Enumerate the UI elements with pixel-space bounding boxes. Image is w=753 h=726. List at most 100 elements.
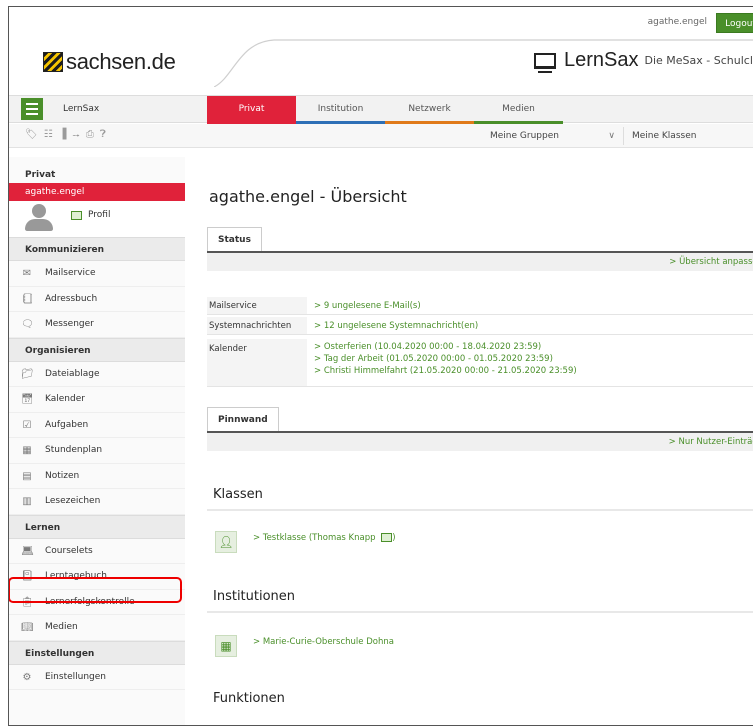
print-icon[interactable]: ⎙ <box>86 129 94 146</box>
tab-institution[interactable]: Institution <box>296 96 385 124</box>
funktionen-title: Funktionen <box>213 691 285 706</box>
addressbook-icon: 📒︎ <box>21 294 33 305</box>
header: sachsen.de LernSax Die MeSax - Schulclou… <box>9 37 753 87</box>
monitor-icon <box>534 53 556 69</box>
bookmark-icon[interactable]: ▐ <box>59 129 67 146</box>
profile-card-icon <box>71 211 82 220</box>
nav-brand: LernSax <box>63 104 99 114</box>
tag-icon[interactable]: 🏷︎ <box>25 129 38 146</box>
import-icon[interactable]: ⭬ <box>72 129 80 146</box>
classes-select-value: Meine Klassen <box>632 131 696 141</box>
folder-icon: 📁︎ <box>21 369 33 380</box>
note-icon: ▤ <box>21 471 33 482</box>
help-icon[interactable]: ❓︎ <box>100 129 106 146</box>
status-row-systemnachrichten: Systemnachrichten > 12 ungelesene System… <box>207 317 753 335</box>
status-link-system[interactable]: > 12 ungelesene Systemnachricht(en) <box>314 321 478 332</box>
tab-medien[interactable]: Medien <box>474 96 563 124</box>
sidebar-section-lernen: Lernen <box>9 515 185 539</box>
classes-select[interactable]: Meine Klassen ∨ <box>624 127 753 145</box>
profile-card-icon <box>381 533 392 542</box>
building-icon: ▦ <box>216 636 236 656</box>
sidebar-section-organisieren: Organisieren <box>9 338 185 362</box>
groups-select-value: Meine Gruppen <box>490 131 559 141</box>
institutionen-title: Institutionen <box>213 589 295 604</box>
gear-icon: ⚙ <box>21 672 33 683</box>
status-label: Mailservice <box>207 297 307 314</box>
sidebar-item-dateiablage[interactable]: 📁︎Dateiablage <box>9 362 185 388</box>
sidebar-item-mailservice[interactable]: ✉Mailservice <box>9 261 185 287</box>
sidebar-user[interactable]: agathe.engel <box>9 183 185 201</box>
sidebar-item-courselets[interactable]: 💻︎Courselets <box>9 539 185 565</box>
sidebar-item-aufgaben[interactable]: ☑Aufgaben <box>9 413 185 439</box>
profile-label: Profil <box>88 210 110 220</box>
sidebar-item-lesezeichen[interactable]: ▥Lesezeichen <box>9 489 185 515</box>
status-label: Systemnachrichten <box>207 317 307 334</box>
user-entries-link[interactable]: > Nur Nutzer-Einträge <box>669 437 753 447</box>
toolbar: 🏷︎ ☷ ▐ ⭬ ⎙ ❓︎ Meine Gruppen ∨ Meine Klas… <box>9 124 753 148</box>
avatar <box>25 204 53 232</box>
class-link[interactable]: > Testklasse (Thomas Knapp ) <box>253 533 396 543</box>
calendar-icon: 📅︎ <box>21 394 33 405</box>
pinnwand-tab[interactable]: Pinnwand <box>207 407 279 431</box>
app-title: LernSax <box>564 49 639 72</box>
institution-link[interactable]: > Marie-Curie-Oberschule Dohna <box>253 637 394 647</box>
media-icon: 📖︎ <box>21 622 33 633</box>
sidebar-section-einstellungen: Einstellungen <box>9 641 185 665</box>
sidebar-section-kommunizieren: Kommunizieren <box>9 237 185 261</box>
main-navigation: LernSax Privat Institution Netzwerk Medi… <box>9 95 753 123</box>
sidebar: Privat agathe.engel Profil Kommunizieren… <box>9 157 185 725</box>
pinnwand-bar: > Nur Nutzer-Einträge <box>207 431 753 451</box>
nav-tabs: Privat Institution Netzwerk Medien <box>207 96 563 124</box>
calendar-event-link[interactable]: > Christi Himmelfahrt (21.05.2020 00:00 … <box>314 366 577 377</box>
profile-link[interactable]: Profil <box>71 210 110 220</box>
toolbar-icons: 🏷︎ ☷ ▐ ⭬ ⎙ ❓︎ <box>25 129 106 146</box>
list-icon[interactable]: ☷ <box>44 129 53 146</box>
chat-icon: 🗨︎ <box>21 319 33 330</box>
customize-overview-link[interactable]: > Übersicht anpassen <box>669 257 753 267</box>
logout-button[interactable]: Logout <box>716 13 753 33</box>
klassen-title: Klassen <box>213 487 263 502</box>
page-title: agathe.engel - Übersicht <box>209 187 407 206</box>
calendar-event-link[interactable]: > Tag der Arbeit (01.05.2020 00:00 - 01.… <box>314 354 553 365</box>
status-label: Kalender <box>207 339 307 386</box>
sidebar-item-kalender[interactable]: 📅︎Kalender <box>9 387 185 413</box>
checkbox-icon: ☑ <box>21 420 33 431</box>
calendar-event-link[interactable]: > Osterferien (10.04.2020 00:00 - 18.04.… <box>314 342 541 353</box>
sidebar-profile: Profil <box>9 201 185 237</box>
class-icon: 👤︎ <box>216 532 236 552</box>
sidebar-item-notizen[interactable]: ▤Notizen <box>9 464 185 490</box>
sidebar-item-adressbuch[interactable]: 📒︎Adressbuch <box>9 287 185 313</box>
class-tile[interactable]: 👤︎ <box>215 531 237 553</box>
tab-netzwerk[interactable]: Netzwerk <box>385 96 474 124</box>
lerntagebuch-highlight <box>8 577 182 603</box>
sidebar-item-messenger[interactable]: 🗨︎Messenger <box>9 312 185 338</box>
status-row-kalender: Kalender > Osterferien (10.04.2020 00:00… <box>207 339 753 387</box>
topbar: agathe.engel Logout <box>9 7 753 37</box>
tab-privat[interactable]: Privat <box>207 96 296 124</box>
laptop-icon: 💻︎ <box>21 546 33 557</box>
status-bar: > Übersicht anpassen <box>207 251 753 271</box>
lernsax-logo[interactable]: LernSax Die MeSax - Schulcloud <box>534 49 753 72</box>
groups-select[interactable]: Meine Gruppen ∨ <box>482 127 624 145</box>
main-content: agathe.engel - Übersicht Status > Übersi… <box>207 157 753 725</box>
bookmark-icon: ▥ <box>21 496 33 507</box>
app-subtitle: Die MeSax - Schulcloud <box>645 54 753 67</box>
sidebar-item-medien[interactable]: 📖︎Medien <box>9 615 185 641</box>
status-tab[interactable]: Status <box>207 227 262 251</box>
status-row-mailservice: Mailservice > 9 ungelesene E-Mail(s) <box>207 297 753 315</box>
sidebar-item-einstellungen[interactable]: ⚙Einstellungen <box>9 665 185 691</box>
sidebar-item-stundenplan[interactable]: ▦Stundenplan <box>9 438 185 464</box>
username-label: agathe.engel <box>648 17 707 27</box>
sachsen-logo-text: sachsen.de <box>66 49 176 75</box>
mail-icon: ✉ <box>21 268 33 279</box>
sidebar-privat-header: Privat <box>9 167 185 183</box>
menu-icon[interactable] <box>21 98 43 120</box>
institution-tile[interactable]: ▦ <box>215 635 237 657</box>
timetable-icon: ▦ <box>21 445 33 456</box>
divider <box>207 509 753 511</box>
sachsen-logo[interactable]: sachsen.de <box>43 49 176 75</box>
chevron-down-icon: ∨ <box>608 127 615 145</box>
browser-frame: agathe.engel Logout sachsen.de LernSax D… <box>8 6 753 726</box>
status-link-mail[interactable]: > 9 ungelesene E-Mail(s) <box>314 301 421 312</box>
divider <box>207 611 753 613</box>
